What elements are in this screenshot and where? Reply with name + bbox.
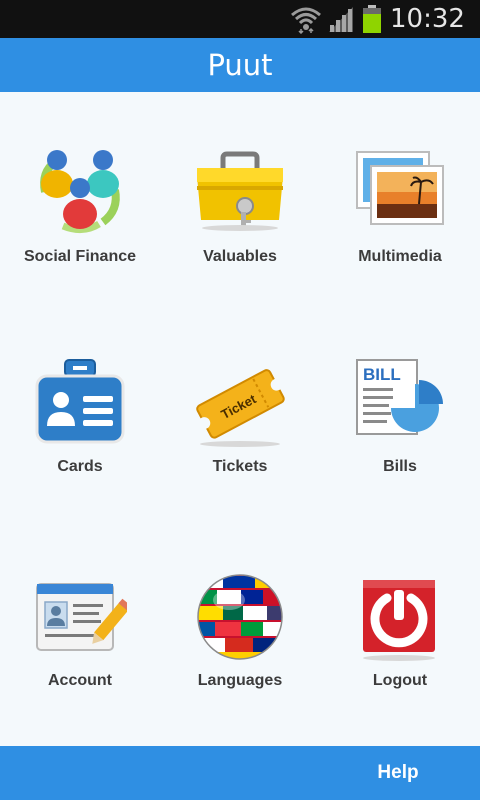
battery-icon [363,5,381,33]
menu-item-label: Logout [372,672,428,689]
flag-globe-icon [197,574,283,660]
menu-item-cards[interactable]: Cards [0,352,160,502]
signal-icon [329,7,353,32]
menu-item-label: Cards [57,458,103,475]
menu-grid: Social Finance Valuables Multimedia Card… [0,92,480,746]
menu-item-multimedia[interactable]: Multimedia [320,132,480,282]
status-bar: 10:32 [0,0,480,38]
menu-item-label: Tickets [212,458,268,475]
menu-item-label: Multimedia [358,248,442,265]
menu-item-account[interactable]: Account [0,566,160,716]
menu-item-bills[interactable]: BILL Bills [320,352,480,502]
menu-item-valuables[interactable]: Valuables [160,132,320,282]
photos-icon [356,151,444,225]
menu-item-languages[interactable]: Languages [160,566,320,716]
menu-item-logout[interactable]: Logout [320,566,480,716]
wifi-icon [291,7,321,34]
help-button[interactable]: Help [360,746,436,800]
ticket-icon: Ticket [196,369,285,447]
menu-item-label: Languages [197,672,283,689]
social-finance-icon [40,150,120,233]
id-card-icon [35,359,125,444]
menu-item-label: Bills [383,458,417,475]
power-icon [363,580,435,661]
profile-pencil-icon [36,583,127,651]
app-header: Puut [0,38,480,92]
toolbox-key-icon [197,151,283,231]
bill-chart-icon: BILL [356,359,443,435]
menu-item-label: Valuables [203,248,277,265]
app-title: Puut [207,48,273,82]
menu-item-label: Account [48,672,112,689]
menu-item-label: Social Finance [23,248,137,265]
status-clock: 10:32 [390,4,465,34]
menu-item-social-finance[interactable]: Social Finance [0,132,160,282]
svg-text:BILL: BILL [363,365,401,384]
bottom-bar: Help [0,746,480,800]
menu-item-tickets[interactable]: Ticket Tickets [160,352,320,502]
